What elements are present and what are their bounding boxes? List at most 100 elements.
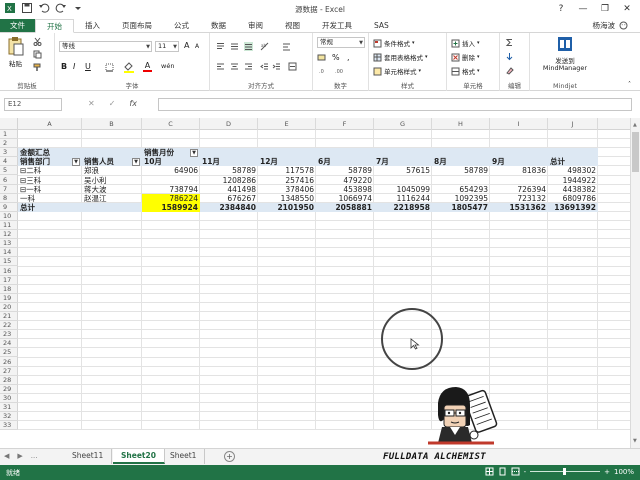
cell-styles-button[interactable]: 单元格样式 ▾ xyxy=(373,66,421,76)
wrap-text-icon[interactable] xyxy=(282,42,291,51)
row-header-17[interactable]: 17 xyxy=(0,276,18,285)
phonetic-button[interactable]: wén xyxy=(161,62,174,70)
pivot-value-cell[interactable]: 58789 xyxy=(200,166,258,175)
tab-sas[interactable]: SAS xyxy=(363,19,400,32)
clear-icon[interactable] xyxy=(505,66,514,75)
pivot-value-cell[interactable]: 4438382 xyxy=(548,185,598,194)
pivot-value-label[interactable]: 金额汇总 xyxy=(18,148,82,157)
format-cells-button[interactable]: 格式 ▾ xyxy=(451,66,480,76)
row-header-12[interactable]: 12 xyxy=(0,230,18,240)
column-header-b[interactable]: B xyxy=(82,118,142,130)
undo-icon[interactable] xyxy=(38,2,50,14)
row-header-22[interactable]: 22 xyxy=(0,321,18,331)
conditional-format-button[interactable]: 条件格式 ▾ xyxy=(373,38,415,48)
font-size-input[interactable]: 11 ▼ xyxy=(155,41,179,52)
tab-data[interactable]: 数据 xyxy=(200,19,237,32)
insert-function-icon[interactable]: fx xyxy=(129,99,137,108)
column-header-h[interactable]: H xyxy=(432,118,490,130)
pivot-value-cell[interactable]: 1066974 xyxy=(316,194,374,203)
scroll-up-icon[interactable]: ▲ xyxy=(633,122,637,128)
pivot-grand-total-cell[interactable]: 13691392 xyxy=(548,203,598,212)
fill-color-icon[interactable] xyxy=(123,61,135,73)
row-header-8[interactable]: 8 xyxy=(0,194,18,203)
row-header-1[interactable]: 1 xyxy=(0,130,18,140)
row-header-21[interactable]: 21 xyxy=(0,312,18,322)
insert-cells-button[interactable]: 插入 ▾ xyxy=(451,38,480,48)
row-header-29[interactable]: 29 xyxy=(0,385,18,394)
pivot-value-cell[interactable]: 1944922 xyxy=(548,176,598,185)
row-header-25[interactable]: 25 xyxy=(0,348,18,358)
minimize-button[interactable]: — xyxy=(572,0,594,17)
shrink-font-button[interactable]: A xyxy=(195,43,199,50)
pivot-value-cell[interactable]: 257416 xyxy=(258,176,316,185)
row-header-30[interactable]: 30 xyxy=(0,394,18,403)
pivot-value-cell[interactable]: 1092395 xyxy=(432,194,490,203)
pivot-value-cell[interactable]: 786224 xyxy=(142,194,200,203)
pivot-value-cell[interactable] xyxy=(490,176,548,185)
tab-view[interactable]: 视图 xyxy=(274,19,311,32)
next-sheet-icon[interactable]: ▶ xyxy=(17,452,22,460)
pivot-person-cell[interactable]: 吴小利 xyxy=(82,176,142,185)
comma-button[interactable]: , xyxy=(347,53,350,62)
zoom-in-button[interactable]: + xyxy=(604,468,610,476)
bold-button[interactable]: B xyxy=(61,62,67,71)
pivot-grand-total-cell[interactable]: 2058881 xyxy=(316,203,374,212)
borders-icon[interactable] xyxy=(105,63,114,72)
pivot-value-cell[interactable]: 723132 xyxy=(490,194,548,203)
row-header-10[interactable]: 10 xyxy=(0,212,18,221)
prev-sheet-icon[interactable]: ◀ xyxy=(4,452,9,460)
row-header-31[interactable]: 31 xyxy=(0,403,18,413)
font-name-input[interactable]: 等线 ▼ xyxy=(59,41,152,52)
row-header-28[interactable]: 28 xyxy=(0,376,18,385)
underline-button[interactable]: U xyxy=(85,62,91,71)
pivot-value-cell[interactable]: 58789 xyxy=(316,166,374,175)
pivot-column-header[interactable]: 总计 xyxy=(548,157,598,166)
pivot-value-cell[interactable]: 81836 xyxy=(490,166,548,175)
row-header-4[interactable]: 4 xyxy=(0,157,18,167)
add-sheet-button[interactable]: + xyxy=(224,451,235,462)
pivot-column-header[interactable]: 9月 xyxy=(490,157,548,166)
pivot-value-cell[interactable]: 64906 xyxy=(142,166,200,175)
copy-icon[interactable] xyxy=(33,50,42,59)
cancel-icon[interactable]: ✕ xyxy=(88,99,95,108)
paste-button[interactable]: 粘贴 xyxy=(9,58,22,68)
row-header-3[interactable]: 3 xyxy=(0,148,18,158)
fill-icon[interactable] xyxy=(505,52,514,61)
tab-insert[interactable]: 插入 xyxy=(74,19,111,32)
pivot-value-cell[interactable]: 58789 xyxy=(432,166,490,175)
pivot-value-cell[interactable] xyxy=(374,176,432,185)
pivot-value-cell[interactable]: 6809786 xyxy=(548,194,598,203)
row-header-6[interactable]: 6 xyxy=(0,176,18,185)
align-bottom-icon[interactable] xyxy=(244,42,253,51)
row-header-5[interactable]: 5 xyxy=(0,166,18,176)
page-break-view-icon[interactable] xyxy=(511,467,520,476)
pivot-value-cell[interactable]: 453898 xyxy=(316,185,374,194)
pivot-value-cell[interactable]: 479220 xyxy=(316,176,374,185)
collapse-ribbon-icon[interactable]: ˄ xyxy=(628,81,631,88)
tab-review[interactable]: 审阅 xyxy=(237,19,274,32)
format-painter-icon[interactable] xyxy=(33,63,42,72)
pivot-person-cell[interactable]: 郑浪 xyxy=(82,166,142,175)
pivot-value-cell[interactable]: 1045099 xyxy=(374,185,432,194)
enter-icon[interactable]: ✓ xyxy=(109,99,116,108)
pivot-value-cell[interactable]: 378406 xyxy=(258,185,316,194)
zoom-out-button[interactable]: - xyxy=(524,468,527,476)
row-header-27[interactable]: 27 xyxy=(0,367,18,376)
sheet-tab-sheet20[interactable]: Sheet20 xyxy=(113,449,165,464)
restore-button[interactable]: ❐ xyxy=(594,0,616,17)
sheet-tab-sheet1[interactable]: Sheet1 xyxy=(162,449,206,464)
percent-button[interactable]: % xyxy=(332,53,340,62)
name-box[interactable]: E12 xyxy=(4,98,62,111)
row-header-32[interactable]: 32 xyxy=(0,412,18,422)
tab-home[interactable]: 开始 xyxy=(35,19,74,33)
help-icon[interactable]: ? xyxy=(550,0,572,17)
zoom-slider[interactable] xyxy=(530,468,601,475)
merge-center-icon[interactable] xyxy=(288,62,297,71)
pivot-value-cell[interactable]: 117578 xyxy=(258,166,316,175)
paste-icon[interactable] xyxy=(7,36,24,56)
row-header-24[interactable]: 24 xyxy=(0,339,18,349)
pivot-dept-cell[interactable]: ⊟一科 xyxy=(18,185,82,194)
decrease-decimal-icon[interactable]: .00 xyxy=(335,66,344,75)
tab-formulas[interactable]: 公式 xyxy=(163,19,200,32)
page-layout-view-icon[interactable] xyxy=(498,467,507,476)
